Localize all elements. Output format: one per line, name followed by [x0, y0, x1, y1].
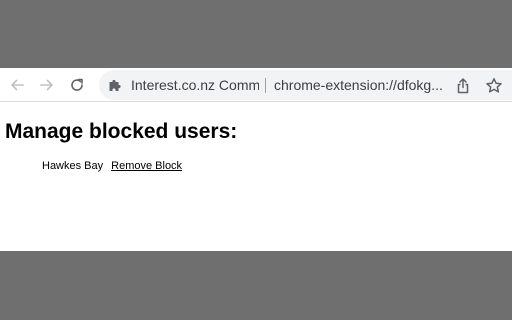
browser-toolbar: Interest.co.nz Comm chrome-extension://d… [0, 68, 512, 102]
address-bar[interactable]: Interest.co.nz Comm chrome-extension://d… [99, 70, 512, 100]
puzzle-piece-icon [109, 79, 121, 91]
remove-block-link[interactable]: Remove Block [111, 159, 182, 173]
back-button[interactable] [7, 75, 27, 95]
page-content: Manage blocked users: Hawkes Bay Remove B… [0, 102, 512, 251]
page-title: Manage blocked users: [5, 120, 238, 143]
blocked-users-list: Hawkes Bay Remove Block [42, 159, 182, 173]
url-text[interactable]: chrome-extension://dfokg... [274, 77, 446, 93]
omnibox-divider [265, 78, 266, 93]
arrow-left-icon [11, 79, 24, 91]
reload-icon [71, 78, 83, 91]
reload-button[interactable] [67, 75, 87, 95]
extension-name: Interest.co.nz Comm [131, 77, 259, 93]
blocked-user-name: Hawkes Bay [42, 160, 104, 172]
list-item: Hawkes Bay Remove Block [42, 159, 182, 173]
star-icon[interactable] [484, 76, 504, 96]
share-icon[interactable] [454, 77, 472, 95]
arrow-right-icon [40, 79, 53, 91]
forward-button[interactable] [37, 75, 57, 95]
browser-window: Interest.co.nz Comm chrome-extension://d… [0, 68, 512, 251]
